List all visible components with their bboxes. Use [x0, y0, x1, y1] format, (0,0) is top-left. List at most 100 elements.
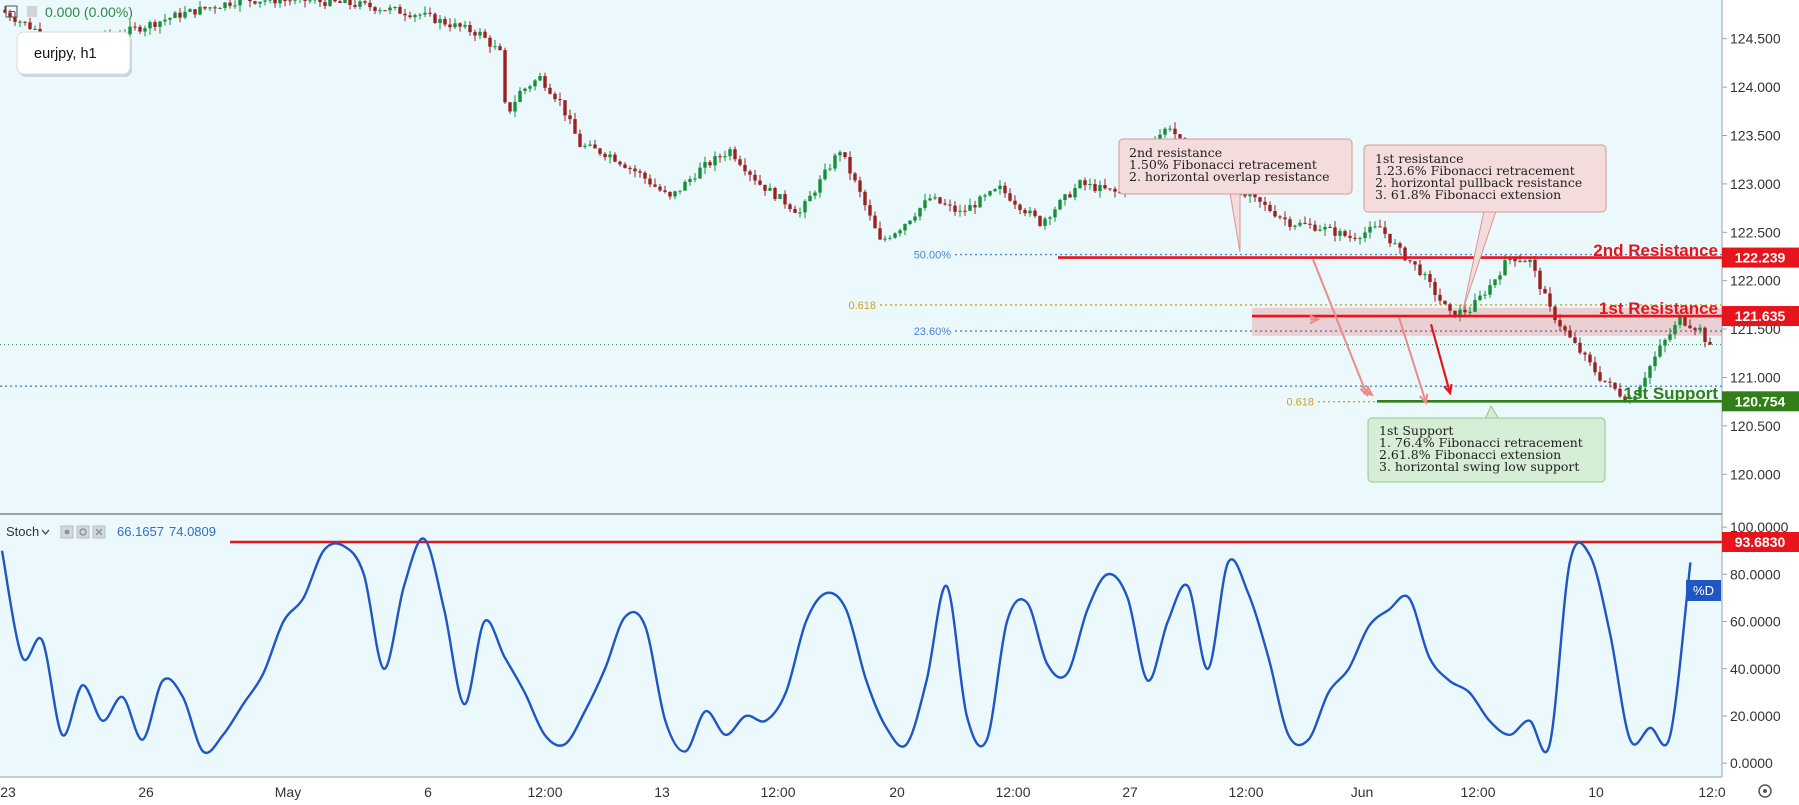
candle-body	[473, 32, 477, 36]
candle-body	[178, 12, 182, 18]
price-tag-label: 121.635	[1735, 308, 1786, 324]
candle-body	[808, 195, 812, 202]
candle-body	[703, 162, 707, 168]
time-tick-label: 27	[1122, 784, 1138, 800]
candle-body	[523, 88, 527, 91]
candle-body	[1583, 352, 1587, 355]
gear-icon[interactable]	[1758, 784, 1772, 798]
candle-body	[323, 2, 327, 6]
candle-body	[643, 172, 647, 179]
label-1st-resistance: 1st Resistance	[1599, 299, 1718, 318]
candle-body	[1088, 184, 1092, 186]
candle-body	[783, 194, 787, 205]
candle-body	[693, 178, 697, 180]
candle-body	[768, 187, 772, 191]
candle-body	[778, 194, 782, 199]
time-tick-label: 20	[889, 784, 905, 800]
time-tick-label: 12:00	[1460, 784, 1495, 800]
candle-body	[1318, 229, 1322, 231]
time-tick-label: May	[275, 784, 301, 800]
flag-icon[interactable]	[27, 6, 37, 17]
candle-body	[163, 19, 167, 22]
candle-body	[898, 230, 902, 234]
candle-body	[828, 168, 832, 170]
stoch-pane-background[interactable]	[0, 515, 1722, 777]
candle-body	[1573, 337, 1577, 343]
series-badge[interactable]: %D	[1686, 580, 1721, 601]
symbol-badge[interactable]: eurjpy, h1	[16, 31, 132, 77]
candle-body	[1588, 354, 1592, 363]
candle-body	[343, 0, 347, 3]
candle-body	[1033, 210, 1037, 217]
candle-body	[423, 12, 427, 15]
candle-body	[1048, 217, 1052, 219]
candle-body	[1438, 294, 1442, 301]
candle-body	[508, 102, 512, 112]
candle-body	[883, 238, 887, 240]
fibonacci-level-label: 50.00%	[914, 250, 952, 262]
candle-body	[1483, 294, 1487, 296]
candle-body	[1028, 210, 1032, 214]
candle-body	[168, 18, 172, 20]
candle-body	[143, 28, 147, 32]
fibonacci-level-label: 23.60%	[914, 326, 952, 338]
candle-body	[1563, 326, 1567, 331]
candle-body	[238, 0, 242, 6]
candle-body	[743, 164, 747, 172]
price-tick-label: 120.500	[1730, 418, 1781, 434]
candle-body	[558, 99, 562, 101]
candle-body	[803, 201, 807, 213]
stoch-name[interactable]: Stoch	[6, 524, 39, 539]
candle-body	[593, 144, 597, 149]
candle-body	[1258, 197, 1262, 202]
candle-body	[698, 167, 702, 179]
candle-body	[13, 17, 17, 22]
candle-body	[1468, 311, 1472, 313]
stoch-k-value: 66.1657	[117, 524, 164, 539]
candle-body	[893, 233, 897, 238]
candle-body	[268, 0, 272, 1]
candle-body	[453, 23, 457, 28]
candle-body	[1408, 260, 1412, 262]
candle-body	[543, 76, 547, 88]
candle-body	[288, 0, 292, 2]
candle-body	[1688, 325, 1692, 329]
candle-body	[1253, 194, 1257, 198]
candle-body	[1283, 217, 1287, 220]
candle-body	[1503, 260, 1507, 276]
candle-body	[1533, 259, 1537, 271]
candle-body	[678, 190, 682, 192]
candle-body	[708, 162, 712, 166]
candle-body	[1278, 216, 1282, 218]
candle-body	[1373, 226, 1377, 228]
price-tick-label: 121.000	[1730, 369, 1781, 385]
candle-body	[663, 190, 667, 192]
time-tick-label: 12:0	[1698, 784, 1725, 800]
candle-body	[1518, 261, 1522, 263]
candle-body	[1383, 227, 1387, 234]
candle-body	[1073, 188, 1077, 198]
candle-body	[1648, 366, 1652, 378]
candle-body	[188, 9, 192, 12]
candle-body	[713, 156, 717, 166]
candle-body	[833, 155, 837, 169]
candle-body	[658, 186, 662, 191]
candle-body	[533, 80, 537, 87]
candle-body	[378, 10, 382, 12]
note-line: 2. horizontal overlap resistance	[1129, 169, 1330, 184]
candle-body	[463, 25, 467, 27]
candle-body	[1043, 218, 1047, 226]
candle-body	[443, 19, 447, 25]
candle-body	[638, 171, 642, 173]
candle-body	[503, 50, 507, 103]
candle-body	[633, 168, 637, 172]
gear-icon[interactable]	[76, 525, 90, 539]
candle-body	[1553, 306, 1557, 321]
candle-body	[1388, 233, 1392, 244]
price-change: 0.000 (0.00%)	[45, 4, 133, 20]
candle-body	[1268, 204, 1272, 212]
time-tick-label: Jun	[1351, 784, 1374, 800]
candle-body	[33, 28, 37, 30]
candle-body	[1293, 225, 1297, 227]
candle-body	[1703, 327, 1707, 342]
